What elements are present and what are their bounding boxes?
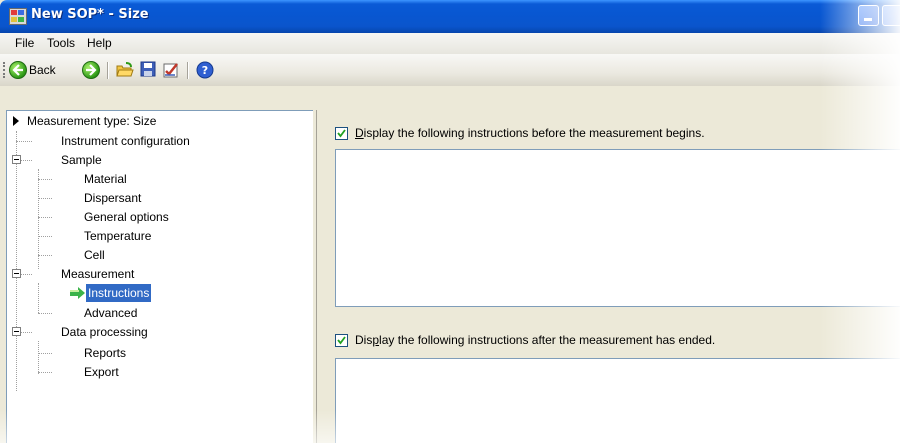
forward-icon <box>82 61 100 79</box>
save-icon <box>140 61 156 77</box>
tree-item-label: Export <box>84 365 119 379</box>
before-measurement-label[interactable]: Display the following instructions befor… <box>355 126 705 140</box>
before-instructions-textarea[interactable] <box>335 149 900 307</box>
tree-connector <box>38 353 52 355</box>
tree-item-sample[interactable]: Sample <box>61 151 102 169</box>
toolbar: Back ? <box>0 54 900 87</box>
navigation-tree: Measurement type: Size Instrument config… <box>6 110 313 443</box>
open-icon <box>116 62 134 77</box>
tree-item-measurement[interactable]: Measurement <box>61 265 134 283</box>
tree-connector <box>21 160 32 162</box>
open-button[interactable] <box>116 61 134 79</box>
tree-item-label: Reports <box>84 346 127 360</box>
tree-connector <box>38 169 40 269</box>
tree-item-label: Instrument configuration <box>61 134 190 148</box>
back-button[interactable]: Back <box>9 61 69 79</box>
tree-connector <box>16 131 18 391</box>
tree-item-export[interactable]: Export <box>84 363 119 381</box>
checkmark-icon <box>337 336 346 345</box>
collapse-icon[interactable] <box>12 269 21 278</box>
window-title: New SOP* - Size <box>31 7 149 22</box>
tree-connector <box>21 274 32 276</box>
tree-item-material[interactable]: Material <box>84 170 127 188</box>
tree-item-instrument-configuration[interactable]: Instrument configuration <box>61 132 190 150</box>
tree-item-label: Temperature <box>84 229 152 243</box>
tree-item-cell[interactable]: Cell <box>84 246 105 264</box>
maximize-button[interactable] <box>882 5 900 26</box>
tree-item-label: Advanced <box>84 306 138 320</box>
tree-item-label: Cell <box>84 248 105 262</box>
edit-button[interactable] <box>162 61 180 79</box>
tree-item-advanced[interactable]: Advanced <box>84 304 137 322</box>
tree-connector <box>38 255 52 257</box>
minimize-button[interactable] <box>858 5 879 26</box>
current-arrow-icon <box>13 116 19 126</box>
tree-connector <box>38 313 52 315</box>
toolbar-separator-2 <box>187 62 189 79</box>
menu-file[interactable]: File <box>15 36 34 50</box>
checkmark-icon <box>337 129 346 138</box>
help-icon: ? <box>196 61 214 79</box>
app-window-icon <box>9 8 27 25</box>
tree-connector <box>16 141 32 143</box>
tree-item-dispersant[interactable]: Dispersant <box>84 189 141 207</box>
after-instructions-textarea[interactable] <box>335 358 900 443</box>
svg-text:?: ? <box>202 64 208 77</box>
before-measurement-checkbox[interactable] <box>335 127 348 140</box>
back-label: Back <box>29 63 56 77</box>
tree-item-label: Instructions <box>86 284 152 302</box>
after-measurement-checkbox[interactable] <box>335 334 348 347</box>
toolbar-grip[interactable] <box>3 62 7 78</box>
edit-icon <box>163 63 178 78</box>
forward-button[interactable] <box>82 61 100 79</box>
green-arrow-icon <box>70 287 85 299</box>
toolbar-separator <box>107 62 109 79</box>
save-button[interactable] <box>140 61 156 79</box>
tree-item-label: Dispersant <box>84 191 142 205</box>
tree-connector <box>21 332 32 334</box>
tree-connector <box>38 372 52 374</box>
tree-item-label: Material <box>84 172 127 186</box>
tree-item-temperature[interactable]: Temperature <box>84 227 151 245</box>
tree-connector <box>38 341 40 374</box>
help-button[interactable]: ? <box>196 61 214 79</box>
menu-help[interactable]: Help <box>87 36 112 50</box>
title-bar[interactable]: New SOP* - Size <box>0 0 900 33</box>
tree-item-label: Sample <box>61 153 102 167</box>
collapse-icon[interactable] <box>12 155 21 164</box>
tree-item-data-processing[interactable]: Data processing <box>61 323 148 341</box>
after-measurement-label[interactable]: Display the following instructions after… <box>355 333 715 347</box>
minimize-icon <box>864 18 872 21</box>
tree-item-label: General options <box>84 210 169 224</box>
tree-connector <box>38 198 52 200</box>
app-window: New SOP* - Size File Tools Help Back ? M… <box>0 0 900 443</box>
back-icon <box>9 61 27 79</box>
collapse-icon[interactable] <box>12 327 21 336</box>
tree-connector <box>38 179 52 181</box>
tree-connector <box>38 217 52 219</box>
menu-bar: File Tools Help <box>0 33 900 54</box>
panel-top-gap <box>0 86 900 110</box>
instructions-panel: Display the following instructions befor… <box>316 110 900 443</box>
tree-item-general-options[interactable]: General options <box>84 208 169 226</box>
tree-item-reports[interactable]: Reports <box>84 344 126 362</box>
tree-item-label: Measurement type: Size <box>27 114 157 128</box>
tree-item-label: Measurement <box>61 267 135 281</box>
tree-item-label: Data processing <box>61 325 148 339</box>
menu-tools[interactable]: Tools <box>47 36 75 50</box>
tree-connector <box>38 236 52 238</box>
tree-connector <box>38 283 40 313</box>
